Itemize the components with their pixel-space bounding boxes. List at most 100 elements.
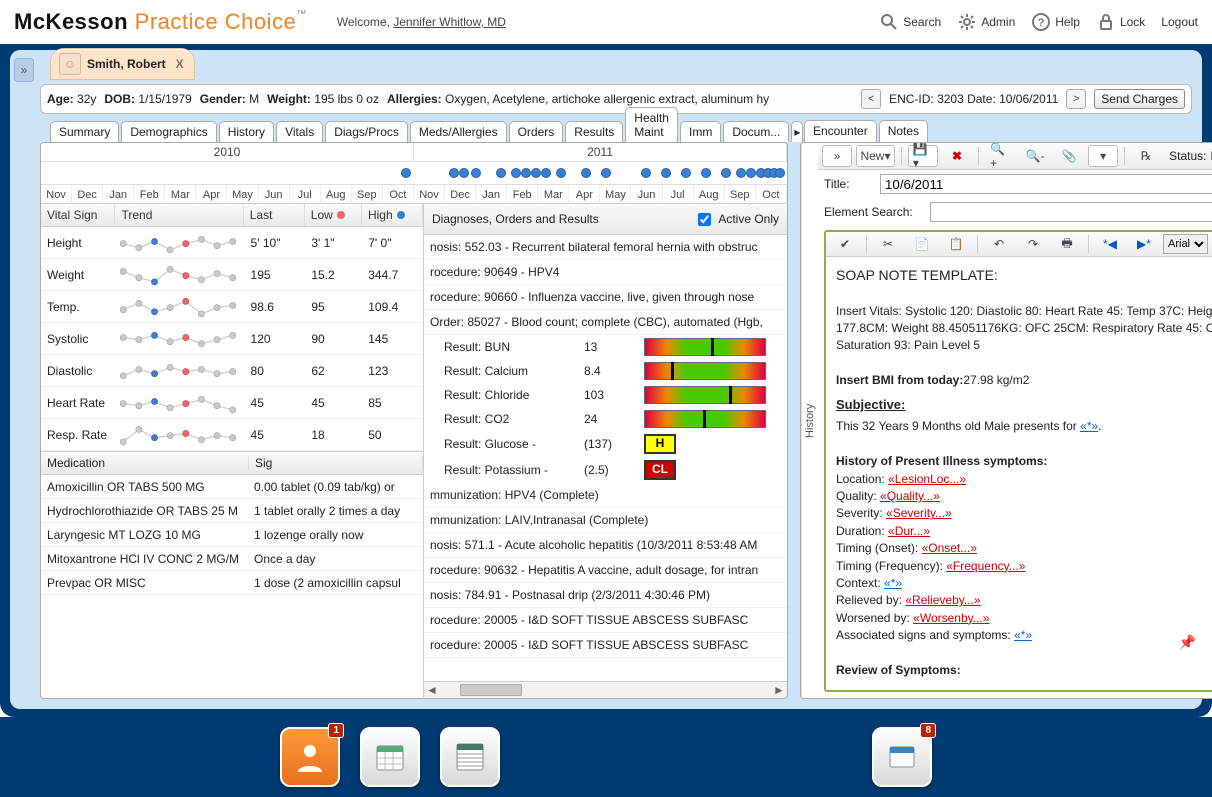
admin-button[interactable]: Admin	[957, 12, 1015, 32]
diag-row[interactable]: rocedure: 20005 - I&D SOFT TISSUE ABSCES…	[424, 633, 787, 658]
encounter-dot[interactable]	[721, 168, 731, 178]
tab-docum-[interactable]: Docum...	[723, 121, 789, 142]
encounter-dot[interactable]	[661, 168, 671, 178]
col-trend[interactable]: Trend	[115, 204, 243, 226]
template-slot[interactable]: «Worsenby...»	[913, 611, 989, 625]
vital-row[interactable]: Weight19515.2344.7	[41, 259, 423, 291]
encounter-dot[interactable]	[401, 168, 411, 178]
diag-row[interactable]: nosis: 571.1 - Acute alcoholic hepatitis…	[424, 533, 787, 558]
diag-row[interactable]: rocedure: 90660 - Influenza vaccine, liv…	[424, 285, 787, 310]
collapse-sidebar-button[interactable]: »	[14, 58, 34, 82]
scroll-thumb[interactable]	[460, 684, 522, 696]
prev-field-icon[interactable]: *◀	[1095, 233, 1125, 255]
patient-tab[interactable]: ☺ Smith, Robert X	[50, 48, 195, 80]
template-slot[interactable]: «*»	[1014, 628, 1032, 642]
attachment-button[interactable]: 📎	[1054, 145, 1084, 167]
new-note-dropdown[interactable]: New ▾	[856, 145, 895, 167]
active-only-checkbox[interactable]: Active Only	[694, 210, 779, 229]
vital-row[interactable]: Resp. Rate451850	[41, 419, 423, 451]
print-icon[interactable]: 🖶	[1052, 233, 1082, 255]
result-row[interactable]: Result: CO224	[424, 407, 787, 431]
tab-diags-procs[interactable]: Diags/Procs	[325, 121, 408, 142]
encounter-dot[interactable]	[736, 168, 746, 178]
col-last[interactable]: Last	[244, 204, 305, 226]
editor-content[interactable]: SOAP NOTE TEMPLATE: Insert Vitals: Systo…	[826, 257, 1212, 690]
encounter-dot[interactable]	[471, 168, 481, 178]
col-low[interactable]: Low	[305, 204, 362, 226]
tab-vitals[interactable]: Vitals	[276, 121, 323, 142]
tab-health-maint[interactable]: Health Maint	[625, 107, 678, 142]
encounter-dot[interactable]	[775, 168, 785, 178]
vital-row[interactable]: Diastolic8062123	[41, 355, 423, 387]
tab-history[interactable]: History	[219, 121, 274, 142]
tab-notes[interactable]: Notes	[879, 120, 928, 142]
vital-row[interactable]: Height5' 10"3' 1"7' 0"	[41, 227, 423, 259]
help-button[interactable]: ? Help	[1031, 12, 1080, 32]
save-note-button[interactable]: 💾▾	[908, 145, 938, 167]
tab-meds-allergies[interactable]: Meds/Allergies	[410, 121, 507, 142]
result-row[interactable]: Result: BUN13	[424, 335, 787, 359]
diag-row[interactable]: rocedure: 90649 - HPV4	[424, 260, 787, 285]
encounter-dot[interactable]	[581, 168, 591, 178]
medication-row[interactable]: Amoxicillin OR TABS 500 MG0.00 tablet (0…	[41, 475, 423, 499]
template-slot[interactable]: «Onset...»	[922, 541, 977, 555]
current-user-link[interactable]: Jennifer Whitlow, MD	[393, 15, 506, 29]
note-title-input[interactable]	[880, 174, 1212, 194]
font-select[interactable]: Arial	[1163, 234, 1208, 254]
encounter-dot[interactable]	[746, 168, 756, 178]
encounter-dot[interactable]	[511, 168, 521, 178]
delete-note-button[interactable]: ✖	[942, 145, 972, 167]
tab-encounter[interactable]: Encounter	[804, 120, 877, 142]
result-row[interactable]: Result: Calcium8.4	[424, 359, 787, 383]
encounter-dot[interactable]	[459, 168, 469, 178]
undo-icon[interactable]: ↶	[984, 233, 1014, 255]
zoom-out-button[interactable]: 🔍-	[1020, 145, 1050, 167]
close-patient-tab-button[interactable]: X	[176, 57, 184, 71]
dock-schedule-button[interactable]	[440, 727, 500, 787]
vital-row[interactable]: Systolic12090145	[41, 323, 423, 355]
rx-button[interactable]: ℞	[1131, 145, 1161, 167]
dock-patient-button[interactable]: 1	[280, 727, 340, 787]
paste-icon[interactable]: 📋	[941, 233, 971, 255]
redo-icon[interactable]: ↷	[1018, 233, 1048, 255]
dock-window-button[interactable]: 8	[872, 727, 932, 787]
tab-summary[interactable]: Summary	[50, 121, 119, 142]
pin-icon[interactable]: 📌	[1179, 634, 1196, 651]
encounter-prev-button[interactable]: <	[861, 89, 881, 109]
horizontal-scrollbar[interactable]: ◄ ►	[424, 681, 787, 698]
diag-row[interactable]: mmunization: LAIV,Intranasal (Complete)	[424, 508, 787, 533]
element-search-input[interactable]	[930, 202, 1212, 222]
col-medication[interactable]: Medication	[41, 456, 249, 470]
encounter-dot[interactable]	[556, 168, 566, 178]
diag-row[interactable]: nosis: 784.91 - Postnasal drip (2/3/2011…	[424, 583, 787, 608]
zoom-in-button[interactable]: 🔍+	[985, 145, 1016, 167]
result-row[interactable]: Result: Potassium -(2.5)CL	[424, 457, 787, 483]
scroll-right-icon[interactable]: ►	[771, 683, 787, 697]
timeline[interactable]: 20102011 NovDecJanFebMarAprMayJunJulAugS…	[41, 143, 787, 204]
medication-row[interactable]: Prevpac OR MISC1 dose (2 amoxicillin cap…	[41, 571, 423, 595]
result-row[interactable]: Result: Chloride103	[424, 383, 787, 407]
medication-row[interactable]: Hydrochlorothiazide OR TABS 25 M1 tablet…	[41, 499, 423, 523]
expand-toolbar-button[interactable]: »	[822, 145, 852, 167]
vital-row[interactable]: Heart Rate454585	[41, 387, 423, 419]
template-slot[interactable]: «Frequency...»	[946, 559, 1025, 573]
diag-row[interactable]: mmunization: HPV4 (Complete)	[424, 483, 787, 508]
template-slot[interactable]: «*»	[884, 576, 902, 590]
next-field-icon[interactable]: ▶*	[1129, 233, 1159, 255]
encounter-dot[interactable]	[701, 168, 711, 178]
scroll-left-icon[interactable]: ◄	[424, 683, 440, 697]
active-only-input[interactable]	[698, 213, 711, 226]
copy-icon[interactable]: 📄	[907, 233, 937, 255]
diag-row[interactable]: nosis: 552.03 - Recurrent bilateral femo…	[424, 235, 787, 260]
send-charges-button[interactable]: Send Charges	[1094, 89, 1185, 109]
encounter-dot[interactable]	[601, 168, 611, 178]
lock-button[interactable]: Lock	[1096, 12, 1145, 32]
encounter-dot[interactable]	[641, 168, 651, 178]
template-slot[interactable]: «Quality...»	[880, 489, 940, 503]
spellcheck-icon[interactable]: ✔	[830, 233, 860, 255]
encounter-dot[interactable]	[541, 168, 551, 178]
vital-row[interactable]: Temp.98.695109.4	[41, 291, 423, 323]
template-slot[interactable]: «Dur...»	[888, 524, 930, 538]
template-slot[interactable]: «LesionLoc...»	[888, 472, 966, 486]
tab-imm[interactable]: Imm	[680, 121, 721, 142]
